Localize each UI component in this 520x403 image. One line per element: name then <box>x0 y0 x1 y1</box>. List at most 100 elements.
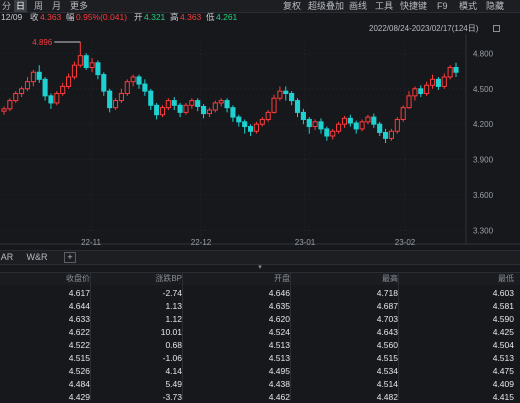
period-tab-0[interactable]: 分 <box>0 0 13 12</box>
table-cell: 4.718 <box>376 288 398 298</box>
candle-body <box>30 71 36 83</box>
candle-body <box>7 100 13 110</box>
candle-body <box>42 78 48 97</box>
candle-body <box>388 130 394 139</box>
candle-body <box>201 105 207 115</box>
table-cell: 4.484 <box>68 379 90 389</box>
column-header[interactable]: 收盘价 <box>10 273 90 285</box>
table-cell: 4.633 <box>68 314 90 324</box>
table-cell: 4.513 <box>268 340 290 350</box>
table-row[interactable]: 4.522 0.68 4.513 4.560 4.504 <box>0 339 520 351</box>
indicator-tab-1[interactable]: W&R <box>20 251 54 264</box>
candle-body <box>212 102 218 111</box>
column-header[interactable]: 涨跌BP <box>102 273 182 285</box>
table-cell: 4.415 <box>492 392 514 402</box>
toolbar-item-7[interactable]: 隐藏 <box>486 0 504 12</box>
candle-body <box>183 104 189 113</box>
candle-body <box>429 78 436 86</box>
candle-body <box>13 92 19 102</box>
candle-body <box>77 55 83 66</box>
toolbar-item-3[interactable]: 工具 <box>375 0 393 12</box>
candle-body <box>159 107 166 116</box>
table-cell: 4.526 <box>68 366 90 376</box>
table-row[interactable]: 4.617 -2.74 4.646 4.718 4.603 <box>0 287 520 299</box>
candle-body <box>107 90 113 109</box>
candle-body <box>124 81 130 94</box>
table-cell: 4.475 <box>492 366 514 376</box>
change-label: 幅 <box>66 12 75 22</box>
table-row[interactable]: 4.429 -3.73 4.462 4.482 4.415 <box>0 391 520 403</box>
low-value: 4.261 <box>216 12 238 22</box>
candle-body <box>353 122 359 130</box>
period-tab-1[interactable]: 日 <box>14 0 28 12</box>
high-value: 4.363 <box>180 12 202 22</box>
candle-body <box>412 88 418 97</box>
candle-body <box>253 123 259 132</box>
candle-body <box>165 100 171 109</box>
collapse-toggle[interactable]: ▾ <box>0 264 520 272</box>
candle-body <box>242 121 248 128</box>
table-cell: 5.49 <box>165 379 182 389</box>
candle-body <box>371 116 377 125</box>
toolbar-item-2[interactable]: 画线 <box>349 0 367 12</box>
column-header[interactable]: 最高 <box>318 273 398 285</box>
chevron-down-icon[interactable]: ▾ <box>258 264 262 271</box>
peak-annotation: 4.896 <box>32 38 53 47</box>
candle-body <box>206 109 213 115</box>
toolbar-item-1[interactable]: 超级叠加 <box>308 0 344 12</box>
date-range-label: 2022/08/24-2023/02/17(124日) <box>369 24 479 33</box>
column-header[interactable]: 最低 <box>434 273 514 285</box>
candle-body <box>324 128 330 137</box>
y-tick-label: 3.600 <box>473 191 494 200</box>
candle-body <box>294 100 301 113</box>
y-tick-label: 3.300 <box>473 226 494 235</box>
period-tab-4[interactable]: 更多 <box>68 0 90 12</box>
y-tick-label: 4.500 <box>473 85 494 94</box>
candle-body <box>60 85 66 94</box>
candle-body <box>400 107 406 120</box>
table-cell: 4.515 <box>376 353 398 363</box>
candle-body <box>154 104 160 116</box>
y-tick-label: 3.900 <box>473 156 494 165</box>
kline-chart[interactable]: 4.800 4.500 4.200 3.900 3.600 3.300 22-11 22-12… <box>0 34 520 250</box>
toolbar-item-4[interactable]: 快捷键 <box>400 0 427 12</box>
candle-body <box>336 123 342 132</box>
candle-body <box>136 76 142 85</box>
table-row[interactable]: 4.622 10.01 4.524 4.643 4.425 <box>0 326 520 338</box>
quote-status-bar: 12/09 收 4.363 幅 0.95%(0.041) 开 4.321 高 4… <box>0 12 520 23</box>
candle-body <box>195 100 201 107</box>
candle-body <box>36 71 42 80</box>
table-row[interactable]: 4.526 4.14 4.495 4.534 4.475 <box>0 365 520 377</box>
period-tab-2[interactable]: 周 <box>32 0 45 12</box>
low-label: 低 <box>206 12 215 22</box>
table-row[interactable]: 4.633 1.12 4.620 4.703 4.590 <box>0 313 520 325</box>
candle-body <box>177 104 183 113</box>
indicator-tab-0[interactable]: AR <box>0 251 14 264</box>
toolbar-item-0[interactable]: 复权 <box>283 0 301 12</box>
table-cell: 4.513 <box>492 353 514 363</box>
candle-body <box>101 74 107 92</box>
x-tick-label: 22-11 <box>81 238 101 247</box>
table-cell: 4.703 <box>376 314 398 324</box>
table-cell: 4.438 <box>268 379 290 389</box>
candle-body <box>148 90 154 106</box>
toolbar-item-5[interactable]: F9 <box>437 0 448 12</box>
candle-body <box>265 111 271 120</box>
table-row[interactable]: 4.484 5.49 4.438 4.514 4.409 <box>0 378 520 390</box>
table-cell: 4.646 <box>268 288 290 298</box>
status-date: 12/09 <box>1 12 23 22</box>
column-header[interactable]: 开盘 <box>210 273 290 285</box>
candle-body <box>383 131 389 139</box>
period-tab-3[interactable]: 月 <box>50 0 63 12</box>
candle-body <box>54 92 60 104</box>
candle-body <box>347 117 353 124</box>
toolbar-item-6[interactable]: 模式 <box>459 0 477 12</box>
table-row[interactable]: 4.515 -1.06 4.513 4.515 4.513 <box>0 352 520 364</box>
add-tab-button[interactable]: + <box>64 252 76 263</box>
candle-body <box>424 84 430 94</box>
candle-body <box>359 121 365 130</box>
table-cell: 4.425 <box>492 327 514 337</box>
maximize-icon[interactable] <box>493 25 500 32</box>
table-row[interactable]: 4.644 1.13 4.635 4.687 4.581 <box>0 300 520 312</box>
candle-body <box>118 92 124 102</box>
